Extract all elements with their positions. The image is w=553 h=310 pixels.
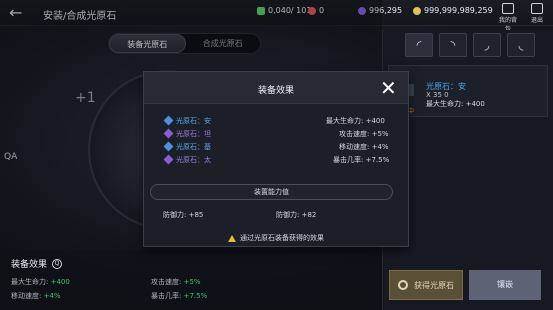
- gear-icon: [398, 280, 408, 290]
- slot-1-icon[interactable]: ◜: [405, 33, 433, 57]
- gem-icon: [163, 141, 174, 152]
- defense-right: 防御力: +82: [276, 211, 317, 219]
- coin-icon: [413, 6, 421, 15]
- defense-left: 防御力: +85: [163, 211, 204, 219]
- dialog-stat-crit-chance: 暴击几率: +7.5%: [333, 156, 390, 164]
- bag-icon: [502, 3, 514, 14]
- stat-crit-chance: 暴击几率: +7.5%: [151, 291, 207, 301]
- card-stats: X 35 0: [426, 91, 449, 99]
- equip-effect-panel: 装备效果 Q 最大生命力: +400 攻击速度: +5% 移动速度: +4% 暴…: [0, 250, 382, 310]
- gem-row-2: 光原石：坦: [163, 128, 211, 139]
- stat-move-speed-label: 移动速度:: [11, 292, 42, 300]
- gem-icon: [163, 128, 174, 139]
- gem-icon: [163, 115, 174, 126]
- warning-icon: [228, 234, 236, 242]
- dialog-stat-max-hp: 最大生命力: +400: [326, 117, 385, 125]
- slot-4-icon[interactable]: ◟: [507, 33, 535, 57]
- device-ability-section: 装置能力值: [150, 184, 393, 200]
- gem-row-4: 光原石：太: [163, 154, 211, 165]
- slot-3-icon[interactable]: ◞: [473, 33, 501, 57]
- stat-attack-speed-value: +5%: [183, 278, 201, 286]
- gem-label-1: 光原石：安: [176, 117, 211, 125]
- slot-2-icon[interactable]: ◝: [439, 33, 467, 57]
- get-lightstone-button[interactable]: 获得光原石: [389, 270, 463, 300]
- lightstone-card[interactable]: 光原石：安 X 35 0 最大生命力: +400 中: [388, 65, 548, 117]
- equip-effect-title: 装备效果: [11, 260, 48, 270]
- coin-counter: 999,999,989,259: [413, 6, 493, 15]
- close-icon[interactable]: ✕: [380, 76, 397, 100]
- dialog-header: 装备效果 ✕: [144, 72, 408, 104]
- stat-max-hp-value: +400: [50, 278, 70, 286]
- stat-max-hp: 最大生命力: +400: [11, 277, 70, 287]
- hint-text: 通过光原石装备获得的效果: [240, 234, 324, 242]
- exit-button[interactable]: 退出: [526, 3, 548, 24]
- stat-attack-speed: 攻击速度: +5%: [151, 277, 201, 287]
- stat-move-speed: 移动速度: +4%: [11, 291, 61, 301]
- gem-label-2: 光原石：坦: [176, 130, 211, 138]
- dialog-hint: 通过光原石装备获得的效果: [228, 233, 324, 243]
- bag-button[interactable]: 我的背包: [497, 3, 519, 33]
- exit-icon: [531, 3, 543, 14]
- equip-effect-header: 装备效果 Q: [11, 257, 63, 270]
- dialog-stat-move-speed: 移动速度: +4%: [339, 143, 389, 151]
- inlay-button[interactable]: 镶嵌: [469, 270, 541, 300]
- card-desc: 最大生命力: +400: [426, 100, 485, 108]
- slot-row: ◜ ◝ ◞ ◟: [405, 33, 535, 57]
- search-icon[interactable]: Q: [52, 258, 63, 269]
- stat-move-speed-value: +4%: [43, 292, 61, 300]
- gem-row-1: 光原石：安: [163, 115, 211, 126]
- stat-crit-chance-value: +7.5%: [183, 292, 208, 300]
- dialog-stat-attack-speed: 攻击速度: +5%: [339, 130, 389, 138]
- dialog-title: 装备效果: [257, 86, 294, 96]
- gem-label-4: 光原石：太: [176, 156, 211, 164]
- gem-row-3: 光原石：基: [163, 141, 211, 152]
- exit-label: 退出: [530, 17, 543, 24]
- stat-max-hp-label: 最大生命力:: [11, 278, 49, 286]
- gem-icon: [163, 154, 174, 165]
- stat-crit-chance-label: 暴击几率:: [151, 292, 182, 300]
- coin-value: 999,999,989,259: [424, 6, 493, 15]
- gem-label-3: 光原石：基: [176, 143, 211, 151]
- stat-attack-speed-label: 攻击速度:: [151, 278, 182, 286]
- get-lightstone-label: 获得光原石: [414, 280, 454, 290]
